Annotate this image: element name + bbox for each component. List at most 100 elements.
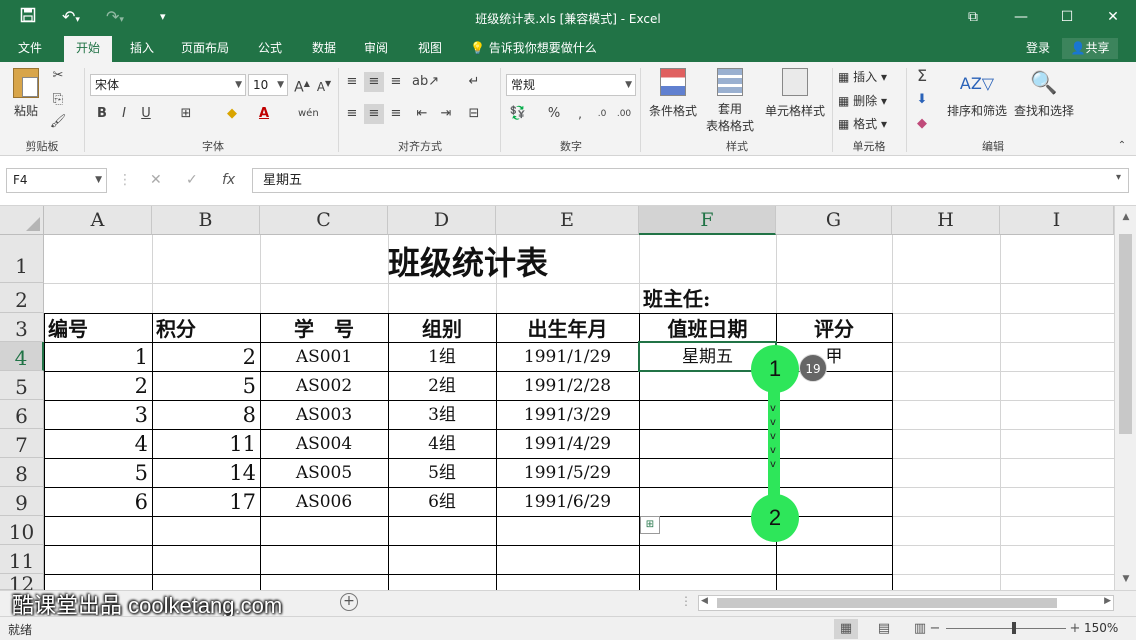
- increase-decimal-icon[interactable]: .0: [592, 104, 612, 124]
- column-header-f[interactable]: F: [639, 206, 776, 235]
- zoom-in-icon[interactable]: +: [1068, 619, 1082, 639]
- add-sheet-icon[interactable]: +: [340, 593, 358, 611]
- cut-icon[interactable]: ✂: [48, 66, 68, 86]
- bold-icon[interactable]: B: [92, 104, 112, 124]
- tab-insert[interactable]: 插入: [120, 36, 164, 62]
- tab-page-layout[interactable]: 页面布局: [172, 36, 238, 62]
- vertical-scrollbar[interactable]: ▲ ▼: [1114, 206, 1136, 590]
- row-header-11[interactable]: 11: [0, 545, 44, 574]
- table-cell[interactable]: AS004: [260, 431, 388, 457]
- scroll-right-icon[interactable]: ▶: [1104, 596, 1111, 606]
- horizontal-scrollbar[interactable]: ◀ ▶: [698, 595, 1114, 611]
- tab-home[interactable]: 开始: [64, 36, 112, 62]
- row-header-3[interactable]: 3: [0, 313, 44, 342]
- page-layout-view-icon[interactable]: ▤: [872, 619, 896, 639]
- table-cell[interactable]: AS005: [260, 460, 388, 486]
- column-header-a[interactable]: A: [44, 206, 152, 235]
- expand-formula-icon[interactable]: ▾: [1116, 172, 1121, 183]
- scrollbar-thumb[interactable]: [1119, 234, 1132, 434]
- insert-function-icon[interactable]: fx: [222, 172, 235, 188]
- table-cell[interactable]: 6组: [388, 489, 496, 515]
- find-select-button[interactable]: 🔍 查找和选择: [1012, 68, 1076, 119]
- align-right-icon[interactable]: ≡: [386, 104, 406, 124]
- close-icon[interactable]: ✕: [1098, 6, 1128, 28]
- currency-icon[interactable]: 💱: [508, 104, 528, 124]
- table-cell[interactable]: 6: [44, 489, 152, 515]
- autosum-icon[interactable]: Σ: [912, 66, 932, 86]
- login-link[interactable]: 登录: [1026, 36, 1050, 60]
- tell-me-box[interactable]: 💡 告诉我你想要做什么: [470, 36, 597, 62]
- select-all-corner[interactable]: [0, 206, 44, 235]
- minimize-icon[interactable]: —: [1006, 6, 1036, 28]
- table-cell[interactable]: 1组: [388, 344, 496, 370]
- table-cell[interactable]: 17: [152, 489, 260, 515]
- column-header-h[interactable]: H: [892, 206, 1000, 235]
- cell-styles-button[interactable]: 单元格样式: [764, 68, 826, 119]
- name-box[interactable]: F4 ▼: [6, 168, 107, 193]
- font-size-select[interactable]: 10 ▼: [248, 74, 288, 96]
- column-header-i[interactable]: I: [1000, 206, 1114, 235]
- table-cell[interactable]: 5: [152, 373, 260, 399]
- tab-view[interactable]: 视图: [408, 36, 452, 62]
- align-middle-icon[interactable]: ≡: [364, 72, 384, 92]
- tab-split-icon[interactable]: ⋮: [680, 594, 692, 608]
- italic-icon[interactable]: I: [114, 104, 134, 124]
- table-cell[interactable]: 8: [152, 402, 260, 428]
- scroll-left-icon[interactable]: ◀: [701, 596, 708, 606]
- zoom-slider[interactable]: [946, 628, 1066, 629]
- row-header-2[interactable]: 2: [0, 283, 44, 313]
- table-cell[interactable]: 2: [44, 373, 152, 399]
- font-name-select[interactable]: 宋体 ▼: [90, 74, 246, 96]
- table-cell[interactable]: 1991/2/28: [496, 373, 639, 399]
- tab-formulas[interactable]: 公式: [248, 36, 292, 62]
- decrease-font-icon[interactable]: A▼: [314, 74, 334, 94]
- align-center-icon[interactable]: ≡: [364, 104, 384, 124]
- row-header-7[interactable]: 7: [0, 429, 44, 458]
- column-header-c[interactable]: C: [260, 206, 388, 235]
- sort-filter-button[interactable]: AZ▽ 排序和筛选: [944, 68, 1010, 119]
- align-top-icon[interactable]: ≡: [342, 72, 362, 92]
- number-format-select[interactable]: 常规 ▼: [506, 74, 636, 96]
- column-header-e[interactable]: E: [496, 206, 639, 235]
- decrease-decimal-icon[interactable]: .00: [614, 104, 634, 124]
- scroll-down-icon[interactable]: ▼: [1115, 574, 1136, 584]
- column-header-b[interactable]: B: [152, 206, 260, 235]
- cancel-icon[interactable]: ✕: [150, 172, 162, 188]
- collapse-ribbon-icon[interactable]: ⌃: [1112, 136, 1132, 156]
- orientation-icon[interactable]: ab↗: [412, 72, 439, 92]
- zoom-slider-thumb[interactable]: [1012, 622, 1016, 634]
- table-cell[interactable]: 1991/1/29: [496, 344, 639, 370]
- tab-data[interactable]: 数据: [302, 36, 346, 62]
- table-cell[interactable]: 3: [44, 402, 152, 428]
- fill-color-icon[interactable]: ◆: [222, 104, 242, 124]
- format-as-table-button[interactable]: 套用 表格格式: [700, 68, 760, 134]
- table-cell[interactable]: 1991/6/29: [496, 489, 639, 515]
- table-cell[interactable]: 1991/5/29: [496, 460, 639, 486]
- table-cell[interactable]: 1991/3/29: [496, 402, 639, 428]
- table-cell[interactable]: AS001: [260, 344, 388, 370]
- borders-icon[interactable]: ⊞: [176, 104, 196, 124]
- normal-view-icon[interactable]: ▦: [834, 619, 858, 639]
- table-cell[interactable]: 5组: [388, 460, 496, 486]
- column-header-d[interactable]: D: [388, 206, 496, 235]
- column-header-g[interactable]: G: [776, 206, 892, 235]
- tab-review[interactable]: 审阅: [354, 36, 398, 62]
- format-painter-icon[interactable]: 🖌: [48, 112, 68, 132]
- table-cell[interactable]: 5: [44, 460, 152, 486]
- row-header-4[interactable]: 4: [0, 342, 44, 371]
- row-header-10[interactable]: 10: [0, 516, 44, 545]
- ribbon-display-icon[interactable]: ⧉: [958, 6, 988, 28]
- underline-icon[interactable]: U: [136, 104, 156, 124]
- format-cells-button[interactable]: ▦ 格式 ▾: [838, 115, 887, 132]
- wrap-text-icon[interactable]: ↵: [464, 72, 484, 92]
- increase-indent-icon[interactable]: ⇥: [436, 104, 456, 124]
- delete-cells-button[interactable]: ▦ 删除 ▾: [838, 92, 887, 109]
- row-header-6[interactable]: 6: [0, 400, 44, 429]
- table-cell[interactable]: 3组: [388, 402, 496, 428]
- increase-font-icon[interactable]: A▲: [292, 74, 312, 96]
- table-cell[interactable]: 2: [152, 344, 260, 370]
- percent-icon[interactable]: %: [544, 104, 564, 124]
- autofill-options-icon[interactable]: ⊞: [640, 516, 660, 534]
- insert-cells-button[interactable]: ▦ 插入 ▾: [838, 68, 887, 85]
- decrease-indent-icon[interactable]: ⇤: [412, 104, 432, 124]
